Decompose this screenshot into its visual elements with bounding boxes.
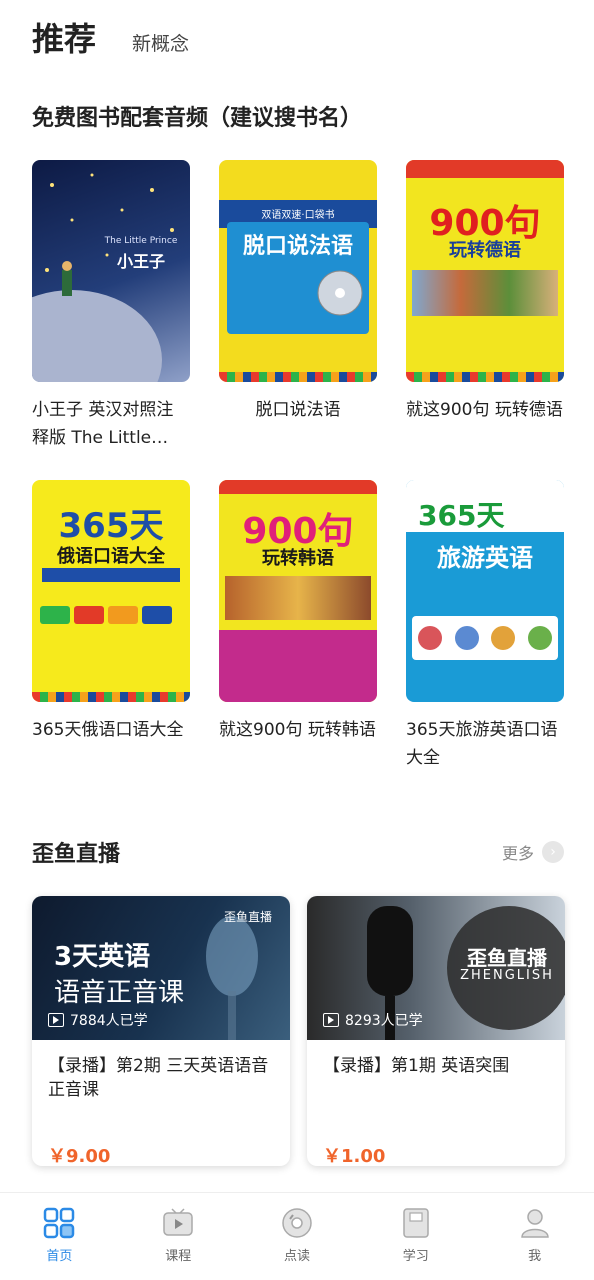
course-banner: 歪鱼直播 ZHENGLISH 8293人已学 — [307, 896, 565, 1040]
chevron-right-icon: › — [542, 841, 564, 863]
tab-study[interactable]: 学习 — [356, 1193, 475, 1280]
book-title[interactable]: 脱口说法语 — [219, 396, 377, 424]
cover-subtitle: 玩转德语 — [449, 240, 521, 261]
cover-subtitle: The Little Prince — [104, 236, 178, 246]
live-course-card[interactable]: 歪鱼直播 ZHENGLISH 8293人已学 【录播】第1期 英语突围 ￥1.0… — [307, 896, 565, 1166]
view-count-label: 8293人已学 — [345, 1013, 423, 1029]
book-title[interactable]: 365天俄语口语大全 — [32, 716, 190, 744]
cover-subtitle: 旅游英语 — [437, 544, 533, 572]
course-title: 【录播】第1期 英语突围 — [323, 1056, 510, 1076]
live-section-header: 歪鱼直播 更多 › — [32, 836, 564, 868]
brand-label: 歪鱼直播 — [223, 910, 272, 924]
course-banner: 歪鱼直播 3天英语 语音正音课 7884人已学 — [32, 896, 290, 1040]
cd-illustration — [317, 270, 363, 316]
banner-subtitle: 语音正音课 — [54, 978, 185, 1008]
tab-recommend[interactable]: 推荐 — [32, 14, 96, 60]
tab-courses[interactable]: 课程 — [119, 1193, 238, 1280]
cover-subtitle: 双语双速·口袋书 — [261, 210, 335, 221]
book-item[interactable]: 双语双速·口袋书 脱口说法语 脱口说法语 — [219, 160, 377, 480]
book-item[interactable]: 900句 玩转德语 就这900句 玩转德语 — [406, 160, 564, 480]
cover-subtitle: 玩转韩语 — [262, 548, 334, 569]
play-icon — [323, 1013, 339, 1027]
play-icon — [48, 1013, 64, 1027]
book-item[interactable]: 365天 俄语口语大全 365天俄语口语大全 — [32, 480, 190, 800]
tab-label: 首页 — [46, 1249, 73, 1264]
more-label: 更多 — [501, 844, 534, 863]
view-count: 7884人已学 — [48, 1010, 148, 1030]
cover-title: 脱口说法语 — [242, 234, 353, 259]
book-icon — [403, 1208, 429, 1238]
cover-subtitle: 俄语口语大全 — [57, 546, 165, 567]
book-item[interactable]: 365天 旅游英语 365天旅游英语口语大全 — [406, 480, 564, 800]
top-tabs: 推荐 新概念 — [32, 14, 189, 60]
tv-play-icon — [163, 1208, 193, 1236]
bottom-tab-bar: 首页 课程 点读 学习 我 — [0, 1192, 594, 1280]
book-title[interactable]: 就这900句 玩转韩语 — [219, 716, 377, 744]
banner-subtitle: ZHENGLISH — [460, 968, 554, 983]
book-title[interactable]: 小王子 英汉对照注释版 The Little Prince — [32, 396, 190, 452]
book-item[interactable]: 900句 玩转韩语 就这900句 玩转韩语 — [219, 480, 377, 800]
more-link[interactable]: 更多 › — [502, 840, 564, 864]
home-grid-icon — [44, 1207, 75, 1239]
book-cover[interactable]: 900句 玩转德语 — [406, 160, 564, 382]
book-cover[interactable]: 365天 旅游英语 — [406, 480, 564, 702]
tab-label: 课程 — [165, 1249, 192, 1264]
book-title[interactable]: 365天旅游英语口语大全 — [406, 716, 564, 772]
live-section-title: 歪鱼直播 — [32, 842, 121, 867]
course-title: 【录播】第2期 三天英语语音正音课 — [48, 1056, 269, 1100]
book-cover[interactable]: 365天 俄语口语大全 — [32, 480, 190, 702]
tab-label: 学习 — [402, 1249, 429, 1264]
book-cover[interactable]: 小王子 The Little Prince — [32, 160, 190, 382]
disc-icon — [282, 1208, 312, 1238]
book-item[interactable]: 小王子 The Little Prince 小王子 英汉对照注释版 The Li… — [32, 160, 190, 480]
view-count: 8293人已学 — [323, 1010, 423, 1030]
course-price: ￥1.00 — [323, 1146, 386, 1166]
course-price: ￥9.00 — [48, 1146, 111, 1166]
books-section-title: 免费图书配套音频（建议搜书名） — [32, 106, 363, 131]
cover-title: 365天 — [418, 499, 505, 532]
book-cover[interactable]: 双语双速·口袋书 脱口说法语 — [219, 160, 377, 382]
banner-title: 3天英语 — [54, 942, 151, 972]
book-cover[interactable]: 900句 玩转韩语 — [219, 480, 377, 702]
tab-label: 我 — [528, 1249, 542, 1264]
live-course-list: 歪鱼直播 3天英语 语音正音课 7884人已学 【录播】第2期 三天英语语音正音… — [32, 896, 565, 1166]
cover-title: 365天 — [58, 506, 164, 546]
tab-home[interactable]: 首页 — [0, 1193, 119, 1280]
banner-title: 歪鱼直播 — [467, 946, 547, 970]
live-course-card[interactable]: 歪鱼直播 3天英语 语音正音课 7884人已学 【录播】第2期 三天英语语音正音… — [32, 896, 290, 1166]
tab-me[interactable]: 我 — [475, 1193, 594, 1280]
book-grid: 小王子 The Little Prince 小王子 英汉对照注释版 The Li… — [32, 160, 564, 800]
tab-reading[interactable]: 点读 — [238, 1193, 357, 1280]
tab-new-concept[interactable]: 新概念 — [132, 29, 189, 56]
book-title[interactable]: 就这900句 玩转德语 — [406, 396, 564, 424]
view-count-label: 7884人已学 — [70, 1013, 148, 1029]
cover-title: 小王子 — [116, 252, 165, 271]
user-icon — [520, 1209, 549, 1238]
tab-label: 点读 — [283, 1249, 310, 1264]
